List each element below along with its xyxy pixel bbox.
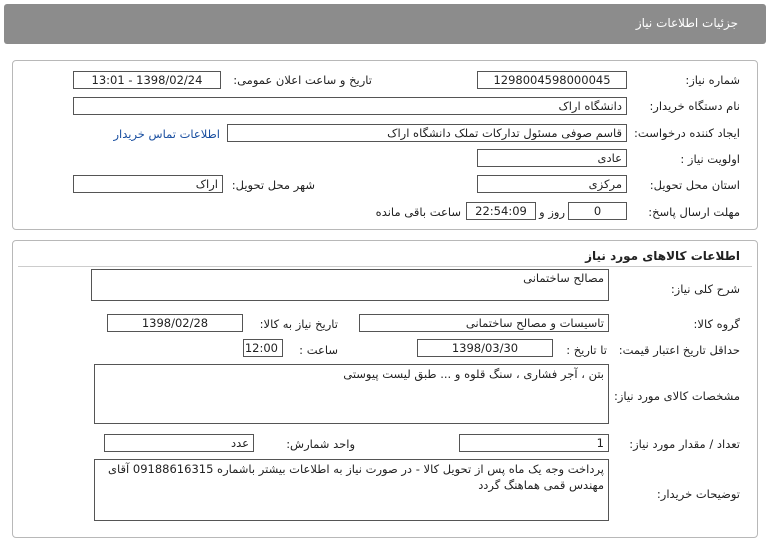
province-label: استان محل تحویل:	[649, 178, 740, 192]
need-number-field: 1298004598000045	[477, 71, 627, 89]
deadline-days-field: 0	[568, 202, 627, 220]
validity-time-label: ساعت :	[299, 343, 338, 357]
validity-label: حداقل تاریخ اعتبار قیمت:	[618, 343, 740, 357]
creator-label: ایجاد کننده درخواست:	[634, 126, 740, 140]
province-field: مرکزی	[477, 175, 627, 193]
page-header: جزئیات اطلاعات نیاز	[4, 4, 766, 44]
deadline-label: مهلت ارسال پاسخ:	[648, 205, 740, 219]
priority-label: اولویت نیاز :	[680, 152, 740, 166]
goods-section-title: اطلاعات کالاهای مورد نیاز	[585, 249, 740, 263]
announce-field: 1398/02/24 - 13:01	[73, 71, 221, 89]
remaining-label: ساعت باقی مانده	[375, 205, 461, 219]
section-divider	[18, 266, 752, 267]
buyer-org-label: نام دستگاه خریدار:	[649, 99, 740, 113]
page-title: جزئیات اطلاعات نیاز	[635, 16, 738, 30]
need-date-label: تاریخ نیاز به کالا:	[259, 317, 338, 331]
need-number-label: شماره نیاز:	[685, 73, 740, 87]
goods-group-field: تاسیسات و مصالح ساختمانی	[359, 314, 609, 332]
validity-time-field: 12:00	[243, 339, 283, 357]
general-desc-field: مصالح ساختمانی	[91, 269, 609, 301]
validity-date-field: 1398/03/30	[417, 339, 553, 357]
unit-label: واحد شمارش:	[286, 437, 355, 451]
qty-label: تعداد / مقدار مورد نیاز:	[629, 437, 740, 451]
contact-buyer-link[interactable]: اطلاعات تماس خریدار	[113, 127, 220, 141]
need-date-field: 1398/02/28	[107, 314, 243, 332]
buyer-notes-label: توضیحات خریدار:	[656, 487, 740, 501]
buyer-notes-field: پرداخت وجه یک ماه پس از تحویل کالا - در …	[94, 459, 609, 521]
unit-field: عدد	[104, 434, 254, 452]
priority-field: عادی	[477, 149, 627, 167]
days-label: روز و	[539, 205, 565, 219]
creator-field: قاسم صوفی مسئول تدارکات تملک دانشگاه ارا…	[227, 124, 627, 142]
city-label: شهر محل تحویل:	[231, 178, 315, 192]
qty-field: 1	[459, 434, 609, 452]
until-date-label: تا تاریخ :	[566, 343, 607, 357]
specs-label: مشخصات کالای مورد نیاز:	[613, 389, 740, 403]
buyer-org-field: دانشگاه اراک	[73, 97, 627, 115]
city-field: اراک	[73, 175, 223, 193]
general-desc-label: شرح کلی نیاز:	[670, 282, 740, 296]
deadline-time-field: 22:54:09	[466, 202, 536, 220]
goods-group-label: گروه کالا:	[693, 317, 740, 331]
specs-field: بتن ، آجر فشاری ، سنگ قلوه و ... طبق لیس…	[94, 364, 609, 424]
announce-label: تاریخ و ساعت اعلان عمومی:	[233, 73, 372, 87]
